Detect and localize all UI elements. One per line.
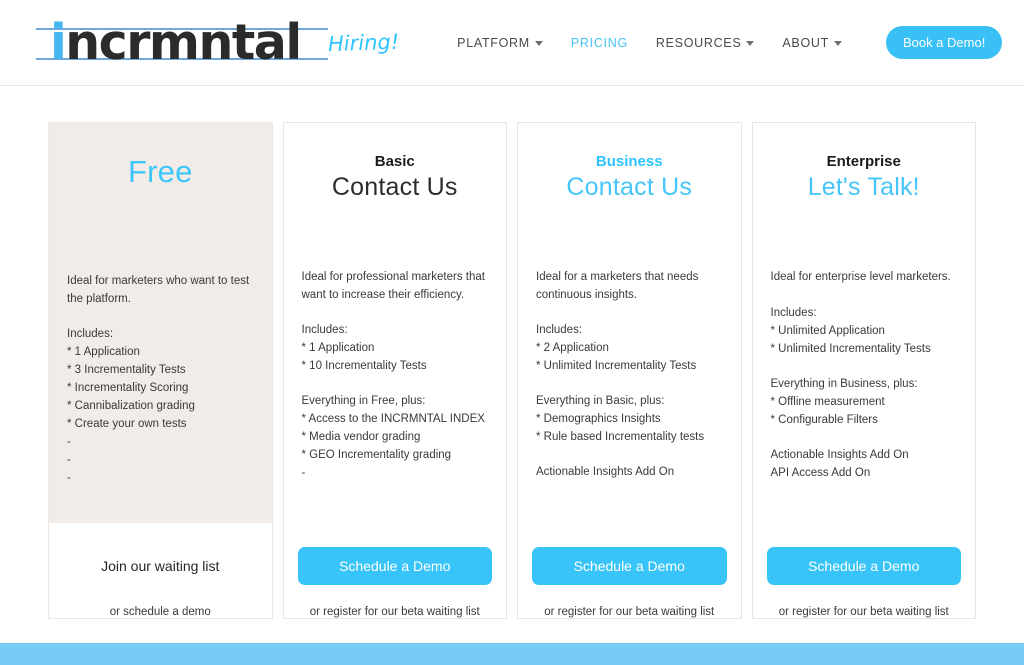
sub-cta-free[interactable]: or schedule a demo xyxy=(49,585,272,618)
chevron-down-icon xyxy=(833,41,842,46)
plan-header-enterprise: Enterprise Let's Talk! xyxy=(767,123,962,231)
feature-item: * 1 Application xyxy=(301,342,375,354)
plan-description-business: Ideal for a marketers that needs continu… xyxy=(536,271,699,301)
nav-label-resources: RESOURCES xyxy=(655,35,742,50)
plan-name-enterprise: Enterprise xyxy=(826,153,901,170)
plan-body-basic: Ideal for professional marketers that wa… xyxy=(298,231,493,547)
nav-item-pricing[interactable]: PRICING xyxy=(571,36,628,50)
feature-item: - xyxy=(67,436,71,448)
feature-item: * Incrementality Scoring xyxy=(67,382,189,394)
feature-item: * Offline measurement xyxy=(770,395,885,408)
logo-accent-letter: i xyxy=(50,13,67,71)
plan-description-enterprise: Ideal for enterprise level marketers. xyxy=(770,271,951,283)
cta-zone-business: Schedule a Demo xyxy=(518,547,741,585)
plan-price-basic: Contact Us xyxy=(331,173,458,201)
nav-label-pricing: PRICING xyxy=(570,35,628,50)
chevron-down-icon xyxy=(746,41,755,46)
footer-accent-bar xyxy=(0,643,1024,665)
plan-includes-basic: Includes: * 1 Application * 10 Increment… xyxy=(302,321,489,375)
feature-item: * Media vendor grading xyxy=(301,431,421,443)
feature-item: * 2 Application xyxy=(536,342,609,354)
pricing-card-basic: Basic Contact Us Ideal for professional … xyxy=(282,122,507,619)
addon-item: API Access Add On xyxy=(770,466,871,479)
feature-item: - xyxy=(67,454,71,466)
plan-extra-enterprise: Everything in Business, plus: * Offline … xyxy=(771,375,958,429)
plan-description-basic: Ideal for professional marketers that wa… xyxy=(301,271,485,301)
hiring-link[interactable]: Hiring! xyxy=(328,29,400,55)
feature-item: * 1 Application xyxy=(67,346,140,358)
includes-title-free: Includes: xyxy=(67,328,114,340)
feature-item: * 10 Incrementality Tests xyxy=(301,360,427,372)
plan-body-business: Ideal for a marketers that needs continu… xyxy=(532,231,727,547)
cta-zone-free: Join our waiting list xyxy=(49,547,272,585)
feature-item: * Cannibalization grading xyxy=(67,400,195,412)
plan-includes-free: Includes: * 1 Application * 3 Incrementa… xyxy=(67,325,254,487)
sub-cta-basic[interactable]: or register for our beta waiting list xyxy=(284,585,507,618)
feature-item: * 3 Incrementality Tests xyxy=(67,364,186,376)
addon-item: Actionable Insights Add On xyxy=(770,448,909,461)
plan-includes-enterprise: Includes: * Unlimited Application * Unli… xyxy=(771,304,958,358)
plan-name-business: Business xyxy=(595,153,663,170)
plan-body-enterprise: Ideal for enterprise level marketers. In… xyxy=(767,231,962,547)
extra-title-business: Everything in Basic, plus: xyxy=(536,395,665,407)
includes-title-basic: Includes: xyxy=(301,324,348,336)
feature-item: * Access to the INCRMNTAL INDEX xyxy=(301,413,485,425)
nav-item-resources[interactable]: RESOURCES xyxy=(655,35,755,50)
nav-label-about: ABOUT xyxy=(782,35,829,50)
plan-price-enterprise: Let's Talk! xyxy=(807,173,920,201)
pricing-card-enterprise: Enterprise Let's Talk! Ideal for enterpr… xyxy=(751,122,976,619)
book-a-demo-button[interactable]: Book a Demo! xyxy=(885,26,1003,59)
feature-item: * Demographics Insights xyxy=(536,413,661,425)
addon-item: Actionable Insights Add On xyxy=(536,466,675,478)
plan-price-business: Contact Us xyxy=(566,173,693,201)
pricing-card-free: Free Ideal for marketers who want to tes… xyxy=(48,122,273,619)
sub-cta-business[interactable]: or register for our beta waiting list xyxy=(518,585,741,618)
pricing-card-business: Business Contact Us Ideal for a marketer… xyxy=(517,122,742,619)
nav-item-platform[interactable]: PLATFORM xyxy=(457,36,543,50)
includes-title-enterprise: Includes: xyxy=(770,306,817,319)
feature-item: - xyxy=(67,472,71,484)
feature-item: * Unlimited Application xyxy=(770,324,885,337)
cta-zone-basic: Schedule a Demo xyxy=(284,547,507,585)
includes-title-business: Includes: xyxy=(536,324,583,336)
plan-addons-business: Actionable Insights Add On xyxy=(536,463,723,481)
feature-item: - xyxy=(301,467,306,479)
schedule-demo-button-enterprise[interactable]: Schedule a Demo xyxy=(766,547,961,585)
schedule-demo-button-basic[interactable]: Schedule a Demo xyxy=(297,547,492,585)
feature-item: * Unlimited Incrementality Tests xyxy=(770,342,931,355)
plan-header-basic: Basic Contact Us xyxy=(298,123,493,231)
nav-item-about[interactable]: ABOUT xyxy=(782,36,842,50)
nav-label-platform: PLATFORM xyxy=(457,35,530,50)
plan-description-free: Ideal for marketers who want to test the… xyxy=(67,275,250,305)
plan-extra-basic: Everything in Free, plus: * Access to th… xyxy=(302,392,489,482)
plan-extra-business: Everything in Basic, plus: * Demographic… xyxy=(536,392,723,446)
cta-zone-enterprise: Schedule a Demo xyxy=(753,547,976,585)
plan-header-free: Free xyxy=(63,123,258,231)
site-header: incrmntal Hiring! PLATFORM PRICING RESOU… xyxy=(0,0,1024,86)
schedule-demo-button-business[interactable]: Schedule a Demo xyxy=(532,547,727,585)
pricing-section: Free Ideal for marketers who want to tes… xyxy=(0,86,1024,619)
feature-item: * Create your own tests xyxy=(67,418,187,430)
join-waiting-list-button[interactable]: Join our waiting list xyxy=(63,547,258,585)
logo-wordmark: incrmntal xyxy=(50,13,302,72)
plan-addons-enterprise: Actionable Insights Add On API Access Ad… xyxy=(771,446,958,482)
feature-item: * Configurable Filters xyxy=(770,413,878,426)
pricing-grid: Free Ideal for marketers who want to tes… xyxy=(48,122,976,619)
plan-includes-business: Includes: * 2 Application * Unlimited In… xyxy=(536,321,723,375)
feature-item: * Unlimited Incrementality Tests xyxy=(536,360,697,372)
plan-body-free: Ideal for marketers who want to test the… xyxy=(63,231,258,547)
feature-item: * GEO Incrementality grading xyxy=(301,449,452,461)
plan-header-business: Business Contact Us xyxy=(532,123,727,231)
extra-title-basic: Everything in Free, plus: xyxy=(301,395,426,407)
feature-item: * Rule based Incrementality tests xyxy=(536,431,705,443)
extra-title-enterprise: Everything in Business, plus: xyxy=(770,377,918,390)
main-navigation: PLATFORM PRICING RESOURCES ABOUT Book a … xyxy=(457,26,1003,59)
plan-name-basic: Basic xyxy=(374,153,415,170)
logo-rest: ncrmntal xyxy=(65,13,302,71)
sub-cta-enterprise[interactable]: or register for our beta waiting list xyxy=(753,585,976,618)
site-logo[interactable]: incrmntal xyxy=(36,14,328,72)
chevron-down-icon xyxy=(534,41,543,46)
plan-price-free: Free xyxy=(127,154,193,189)
